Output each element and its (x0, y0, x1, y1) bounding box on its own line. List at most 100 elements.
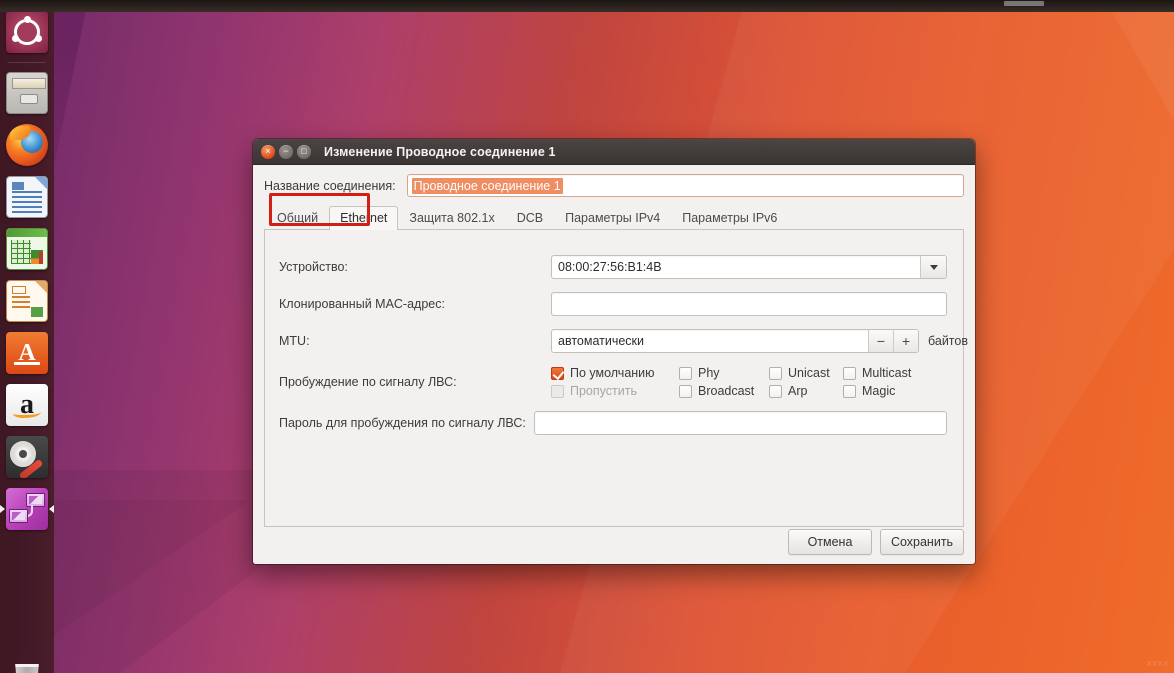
sidebar-item-trash[interactable] (0, 647, 54, 673)
active-app-pip-left (0, 505, 5, 513)
mtu-spinner[interactable]: автоматически − + (551, 329, 919, 353)
ubuntu-logo-icon (6, 11, 48, 53)
checkbox-box (843, 384, 856, 398)
checkbox-box (843, 366, 856, 380)
connection-editor-dialog: × − □ Изменение Проводное соединение 1 Н… (253, 139, 975, 564)
file-cabinet-icon (6, 72, 48, 114)
checkbox-box (769, 384, 782, 398)
device-row: Устройство: 08:00:27:56:B1:4B (279, 255, 947, 279)
network-monitors-icon (6, 488, 48, 530)
wol-password-input[interactable] (533, 411, 947, 435)
sidebar-item-amazon[interactable]: a (0, 379, 54, 431)
tab-ethernet[interactable]: Ethernet (329, 206, 399, 230)
sidebar-item-software[interactable]: A (0, 327, 54, 379)
presentation-icon (6, 280, 48, 322)
sidebar-item-firefox[interactable] (0, 119, 54, 171)
tab-ipv6[interactable]: Параметры IPv6 (671, 206, 788, 230)
tab-bar[interactable]: Общий Ethernet Защита 802.1x DCB Парамет… (264, 205, 964, 230)
mtu-value[interactable]: автоматически (552, 330, 868, 352)
sidebar-item-calc[interactable] (0, 223, 54, 275)
wake-on-lan-label: Пробуждение по сигналу ЛВС: (279, 375, 457, 389)
top-panel[interactable] (0, 0, 1174, 12)
trash-icon (6, 652, 48, 673)
device-label: Устройство: (279, 260, 348, 274)
active-app-pip-right (49, 505, 54, 513)
checkbox-box (679, 384, 692, 398)
checkbox-box (679, 366, 692, 380)
chevron-down-icon[interactable] (920, 256, 946, 278)
checkbox-box (769, 366, 782, 380)
checkbox-magic[interactable]: Magic (843, 384, 923, 398)
checkbox-box (551, 366, 564, 380)
minimize-icon[interactable]: − (279, 144, 293, 159)
unity-launcher[interactable]: A a (0, 0, 54, 673)
checkbox-arp[interactable]: Arp (769, 384, 843, 398)
checkbox-box (551, 384, 564, 398)
window-title: Изменение Проводное соединение 1 (324, 144, 556, 159)
sidebar-item-network-connections[interactable] (0, 483, 54, 535)
mtu-increment-button[interactable]: + (893, 330, 918, 352)
checkbox-label: Multicast (862, 366, 912, 380)
amazon-icon: a (6, 384, 48, 426)
connection-name-value: Проводное соединение 1 (411, 177, 563, 194)
checkbox-label: Magic (862, 384, 896, 398)
wake-on-lan-options: По умолчанию Phy Unicast Multicast Пропу… (551, 366, 923, 398)
title-bar[interactable]: × − □ Изменение Проводное соединение 1 (253, 139, 975, 165)
sidebar-item-writer[interactable] (0, 171, 54, 223)
checkbox-phy[interactable]: Phy (679, 366, 769, 380)
checkbox-label: Unicast (788, 366, 830, 380)
cancel-button[interactable]: Отмена (788, 529, 872, 555)
mtu-row: MTU: автоматически − + байтов (279, 329, 968, 353)
device-dropdown[interactable]: 08:00:27:56:B1:4B (551, 255, 947, 279)
panel-indicator-area[interactable] (1004, 1, 1044, 6)
checkbox-label: Phy (698, 366, 720, 380)
checkbox-unicast[interactable]: Unicast (769, 366, 843, 380)
cloned-mac-row: Клонированный MAC-адрес: (279, 292, 947, 316)
mtu-decrement-button[interactable]: − (868, 330, 893, 352)
tab-security[interactable]: Защита 802.1x (398, 206, 505, 230)
sidebar-item-files[interactable] (0, 67, 54, 119)
close-glyph: × (265, 146, 271, 156)
launcher-divider (8, 62, 46, 63)
connection-name-label: Название соединения: (264, 178, 396, 193)
letter-a-icon: A (6, 332, 48, 374)
tab-general[interactable]: Общий (266, 206, 329, 230)
sidebar-item-system-settings[interactable] (0, 431, 54, 483)
connection-name-input[interactable]: Проводное соединение 1 (406, 174, 964, 197)
sidebar-item-impress[interactable] (0, 275, 54, 327)
save-button[interactable]: Сохранить (880, 529, 964, 555)
mtu-label: MTU: (279, 334, 310, 348)
minimize-glyph: − (283, 146, 289, 156)
tab-dcb[interactable]: DCB (506, 206, 554, 230)
watermark: xxxx (1147, 658, 1169, 668)
checkbox-multicast[interactable]: Multicast (843, 366, 923, 380)
cloned-mac-label: Клонированный MAC-адрес: (279, 297, 445, 311)
wol-password-label: Пароль для пробуждения по сигналу ЛВС: (279, 416, 526, 430)
maximize-icon[interactable]: □ (297, 144, 311, 159)
firefox-icon (6, 124, 48, 166)
tab-ipv4[interactable]: Параметры IPv4 (554, 206, 671, 230)
wake-on-lan-row: Пробуждение по сигналу ЛВС: По умолчанию… (279, 366, 947, 398)
close-icon[interactable]: × (261, 144, 275, 159)
document-icon (6, 176, 48, 218)
maximize-glyph: □ (301, 146, 307, 156)
dialog-actions: Отмена Сохранить (788, 529, 964, 555)
gear-wrench-icon (6, 436, 48, 478)
dialog-body: Название соединения: Проводное соединени… (253, 165, 975, 564)
wol-password-row: Пароль для пробуждения по сигналу ЛВС: (279, 411, 947, 435)
sidebar-item-dash-home[interactable] (0, 6, 54, 58)
mtu-units-label: байтов (928, 334, 968, 348)
checkbox-label: Broadcast (698, 384, 755, 398)
checkbox-label: Пропустить (570, 384, 637, 398)
connection-name-row: Название соединения: Проводное соединени… (264, 174, 964, 197)
checkbox-ignore[interactable]: Пропустить (551, 384, 679, 398)
checkbox-label: По умолчанию (570, 366, 655, 380)
checkbox-broadcast[interactable]: Broadcast (679, 384, 769, 398)
cloned-mac-input[interactable] (551, 292, 947, 316)
device-value: 08:00:27:56:B1:4B (558, 260, 662, 274)
checkbox-default[interactable]: По умолчанию (551, 366, 679, 380)
spreadsheet-icon (6, 228, 48, 270)
desktop: A a × − □ Изменение Проводное соединение… (0, 0, 1174, 673)
checkbox-label: Arp (788, 384, 808, 398)
ethernet-settings-panel: Устройство: 08:00:27:56:B1:4B Клонирован… (264, 230, 968, 527)
